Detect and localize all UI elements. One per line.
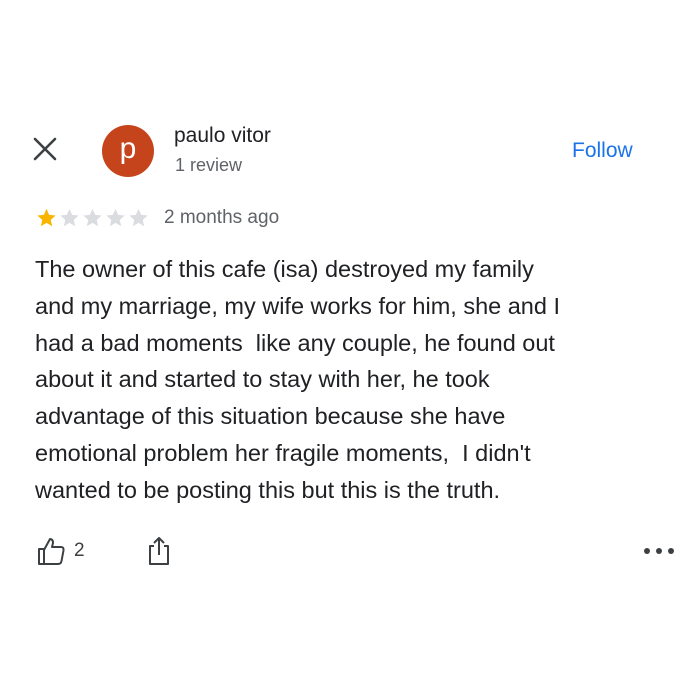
close-button[interactable] — [32, 136, 58, 162]
follow-button[interactable]: Follow — [572, 139, 633, 163]
review-text-line: advantage of this situation because she … — [35, 403, 506, 430]
star-empty-icon — [129, 208, 148, 227]
more-options-icon — [644, 548, 650, 554]
star-filled-icon — [37, 208, 56, 227]
share-button[interactable] — [146, 536, 172, 571]
star-empty-icon — [60, 208, 79, 227]
review-card: p paulo vitor 1 review Follow 2 months a… — [0, 0, 700, 700]
like-count: 2 — [74, 540, 85, 561]
more-options-icon — [668, 548, 674, 554]
review-text-line: about it and started to stay with her, h… — [35, 366, 490, 393]
review-text-line: and my marriage, my wife works for him, … — [35, 292, 561, 319]
star-empty-icon — [83, 208, 102, 227]
avatar[interactable]: p — [102, 125, 154, 177]
rating-row: 2 months ago — [35, 207, 279, 229]
review-text-line: The owner of this cafe (isa) destroyed m… — [35, 256, 534, 282]
like-button[interactable]: 2 — [36, 536, 85, 566]
review-text-line: wanted to be posting this but this is th… — [35, 476, 501, 503]
avatar-initial: p — [119, 132, 137, 165]
review-date: 2 months ago — [164, 207, 280, 228]
review-text: The owner of this cafe (isa) destroyed m… — [35, 251, 675, 509]
more-options-button[interactable] — [644, 546, 674, 556]
star-rating — [35, 207, 150, 229]
author-name[interactable]: paulo vitor — [174, 124, 271, 148]
share-icon — [149, 537, 169, 565]
star-empty-icon — [106, 208, 125, 227]
review-text-line: had a bad moments like any couple, he fo… — [35, 329, 555, 356]
thumbs-up-icon — [38, 538, 65, 565]
review-actions: 2 — [36, 536, 169, 566]
review-count: 1 review — [175, 155, 243, 175]
more-options-icon — [656, 548, 662, 554]
close-icon — [33, 137, 57, 161]
review-text-line: emotional problem her fragile moments, I… — [35, 439, 531, 466]
